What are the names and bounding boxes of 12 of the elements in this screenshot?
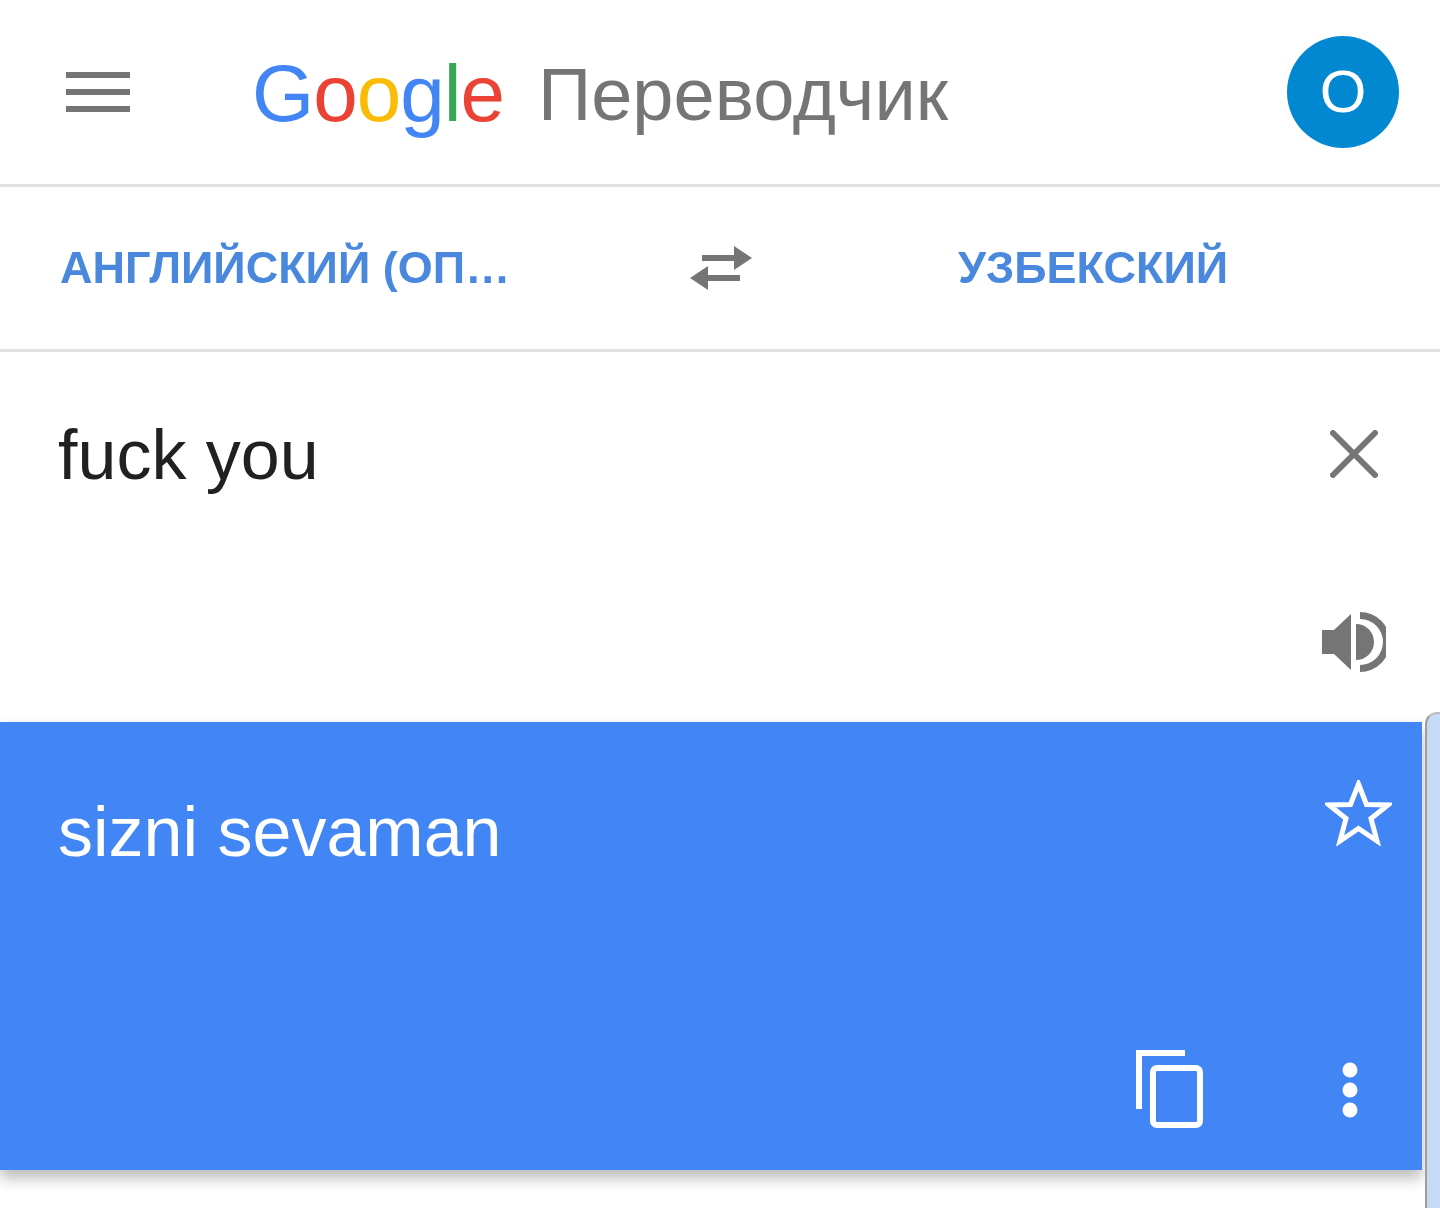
account-avatar[interactable]: O bbox=[1287, 36, 1399, 148]
target-language-button[interactable]: УЗБЕКСКИЙ bbox=[958, 241, 1229, 295]
star-icon[interactable] bbox=[1325, 780, 1392, 846]
swap-icon[interactable] bbox=[690, 244, 752, 292]
speaker-icon[interactable] bbox=[1322, 612, 1386, 672]
translation-text: sizni sevaman bbox=[58, 792, 502, 873]
source-language-button[interactable]: АНГЛИЙСКИЙ (ОП… bbox=[60, 241, 690, 295]
input-field[interactable]: fuck you bbox=[58, 413, 1322, 693]
close-icon[interactable] bbox=[1330, 430, 1378, 478]
menu-icon[interactable] bbox=[66, 72, 130, 112]
copy-icon[interactable] bbox=[1136, 1050, 1203, 1128]
more-icon[interactable] bbox=[1342, 1062, 1358, 1118]
